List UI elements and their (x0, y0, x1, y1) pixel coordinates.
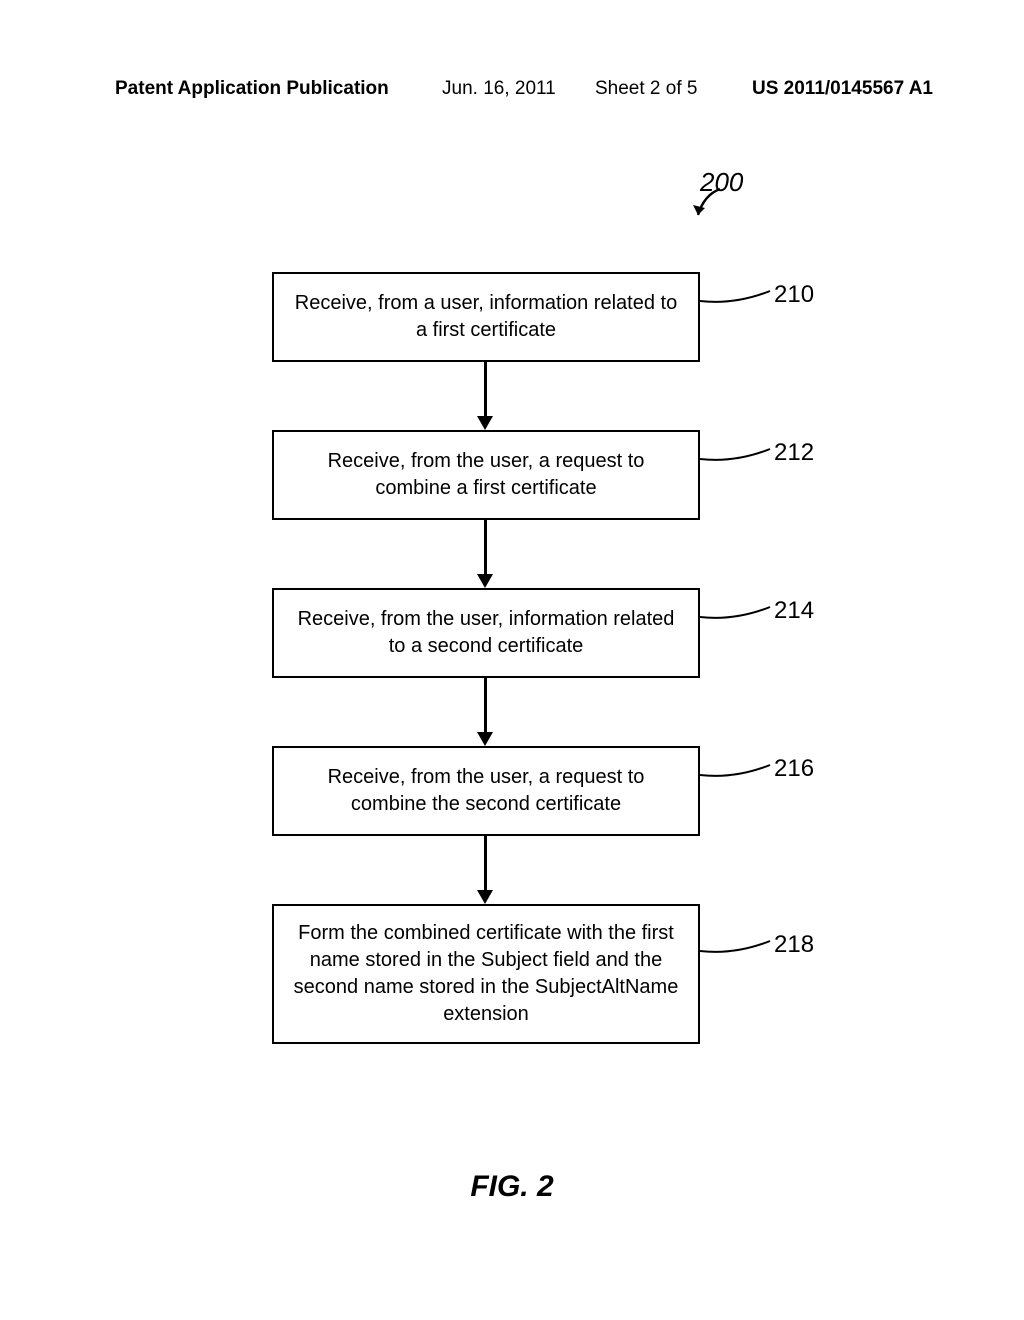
header-sheet: Sheet 2 of 5 (595, 78, 697, 100)
leader-line-icon (700, 759, 775, 789)
leader-line-icon (700, 443, 775, 473)
figure-area: 200 Receive, from a user, information re… (0, 155, 1024, 1255)
ref-label-212: 212 (774, 439, 814, 467)
ref-label-214: 214 (774, 597, 814, 625)
ref-label-216: 216 (774, 755, 814, 783)
flow-step-210: Receive, from a user, information relate… (272, 272, 700, 362)
header-pub-number: US 2011/0145567 A1 (752, 78, 933, 100)
flow-step-text: Receive, from a user, information relate… (290, 290, 682, 344)
flow-step-218: Form the combined certificate with the f… (272, 904, 700, 1044)
leader-line-icon (700, 601, 775, 631)
ref-label-210: 210 (774, 281, 814, 309)
ref-label-218: 218 (774, 931, 814, 959)
flow-step-text: Receive, from the user, information rela… (290, 606, 682, 660)
leader-line-icon (700, 935, 775, 965)
header-date: Jun. 16, 2011 (442, 78, 556, 100)
leader-line-icon (700, 285, 775, 315)
flow-step-216: Receive, from the user, a request to com… (272, 746, 700, 836)
flow-step-214: Receive, from the user, information rela… (272, 588, 700, 678)
header-publication-type: Patent Application Publication (115, 78, 389, 100)
flow-step-text: Form the combined certificate with the f… (290, 920, 682, 1028)
flow-step-212: Receive, from the user, a request to com… (272, 430, 700, 520)
figure-caption: FIG. 2 (0, 1170, 1024, 1204)
flow-step-text: Receive, from the user, a request to com… (290, 764, 682, 818)
ref-200-arrow-icon (690, 185, 730, 225)
flow-step-text: Receive, from the user, a request to com… (290, 448, 682, 502)
